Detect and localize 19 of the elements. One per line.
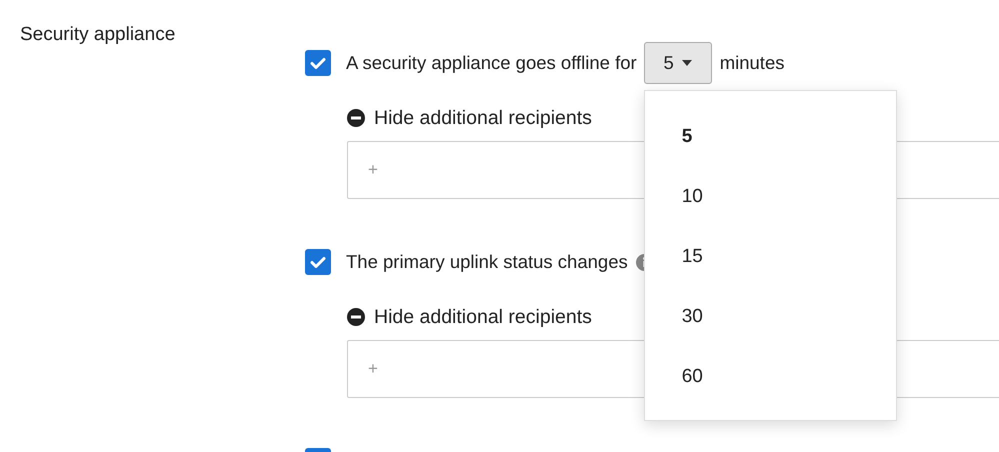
check-icon <box>310 56 326 70</box>
alert-label: The primary uplink status changes <box>346 251 628 273</box>
dropdown-option[interactable]: 15 <box>644 227 896 287</box>
minus-circle-icon[interactable] <box>347 308 365 326</box>
minutes-dropdown[interactable]: 5 <box>644 42 712 84</box>
dropdown-option[interactable]: 60 <box>644 347 896 407</box>
unit-label: minutes <box>720 52 784 74</box>
dropdown-option[interactable]: 30 <box>644 287 896 347</box>
toggle-link[interactable]: Hide additional recipients <box>374 306 592 328</box>
minus-circle-icon[interactable] <box>347 109 365 127</box>
dropdown-option[interactable]: 5 <box>644 107 896 167</box>
checkbox[interactable] <box>305 50 331 76</box>
check-icon <box>310 256 326 268</box>
toggle-link[interactable]: Hide additional recipients <box>374 106 592 130</box>
caret-icon <box>682 60 692 66</box>
section-title: Security appliance <box>19 23 176 46</box>
checkbox[interactable] <box>305 249 331 275</box>
dropdown-option[interactable]: 10 <box>644 167 896 227</box>
alert-label: A security appliance goes offline for <box>346 52 637 74</box>
